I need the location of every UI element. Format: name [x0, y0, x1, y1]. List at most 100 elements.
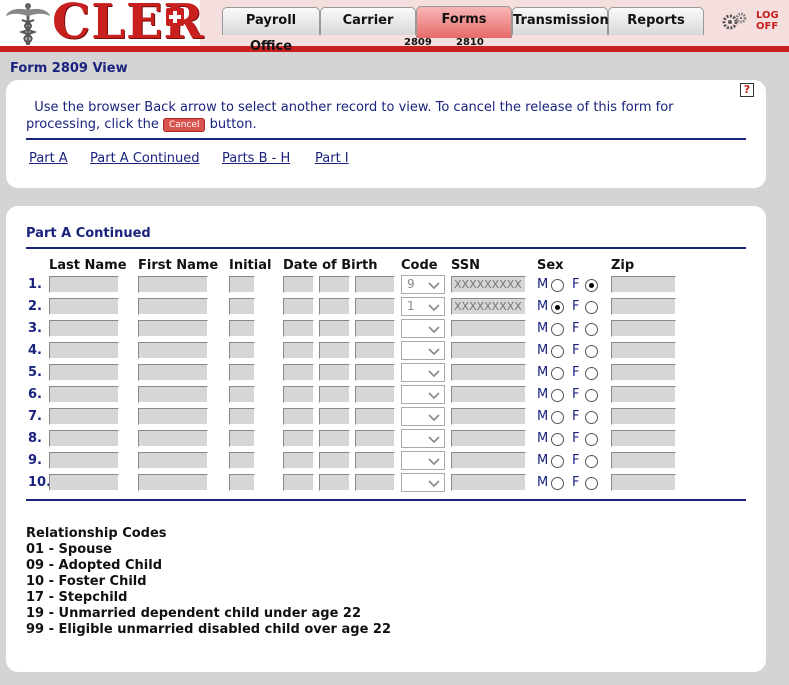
first-name-field[interactable] — [138, 474, 208, 491]
last-name-field[interactable] — [49, 386, 119, 403]
first-name-field[interactable] — [138, 408, 208, 425]
ssn-field[interactable] — [451, 474, 526, 491]
dob-day-field[interactable] — [319, 298, 350, 315]
dob-day-field[interactable] — [319, 474, 350, 491]
relationship-code-select[interactable] — [401, 363, 445, 382]
nav-link-part-a-continued[interactable]: Part A Continued — [90, 151, 200, 166]
sex-female-radio[interactable] — [585, 389, 598, 402]
initial-field[interactable] — [229, 386, 255, 403]
zip-field[interactable] — [611, 364, 676, 381]
relationship-code-select[interactable]: 1 — [401, 297, 445, 316]
first-name-field[interactable] — [138, 320, 208, 337]
tab-transmission[interactable]: Transmission — [512, 7, 609, 35]
tab-reports[interactable]: Reports — [608, 7, 704, 35]
zip-field[interactable] — [611, 298, 676, 315]
nav-link-part-a[interactable]: Part A — [29, 151, 68, 166]
relationship-code-select[interactable] — [401, 385, 445, 404]
dob-day-field[interactable] — [319, 452, 350, 469]
help-icon[interactable]: ? — [740, 83, 754, 97]
settings-gears-icon[interactable] — [720, 10, 748, 34]
initial-field[interactable] — [229, 452, 255, 469]
ssn-field[interactable] — [451, 430, 526, 447]
dob-month-field[interactable] — [283, 298, 314, 315]
initial-field[interactable] — [229, 320, 255, 337]
sex-male-radio[interactable] — [551, 323, 564, 336]
first-name-field[interactable] — [138, 298, 208, 315]
ssn-field[interactable] — [451, 320, 526, 337]
zip-field[interactable] — [611, 408, 676, 425]
last-name-field[interactable] — [49, 342, 119, 359]
tab-payroll-office[interactable]: Payroll Office — [222, 7, 320, 54]
dob-year-field[interactable] — [355, 342, 395, 359]
dob-day-field[interactable] — [319, 342, 350, 359]
sex-male-radio[interactable] — [551, 345, 564, 358]
initial-field[interactable] — [229, 298, 255, 315]
ssn-field[interactable] — [451, 452, 526, 469]
dob-year-field[interactable] — [355, 320, 395, 337]
relationship-code-select[interactable] — [401, 319, 445, 338]
zip-field[interactable] — [611, 386, 676, 403]
zip-field[interactable] — [611, 452, 676, 469]
dob-day-field[interactable] — [319, 364, 350, 381]
sex-female-radio[interactable] — [585, 411, 598, 424]
initial-field[interactable] — [229, 408, 255, 425]
dob-day-field[interactable] — [319, 320, 350, 337]
ssn-field[interactable] — [451, 342, 526, 359]
relationship-code-select[interactable] — [401, 473, 445, 492]
dob-month-field[interactable] — [283, 342, 314, 359]
first-name-field[interactable] — [138, 452, 208, 469]
dob-month-field[interactable] — [283, 320, 314, 337]
last-name-field[interactable] — [49, 430, 119, 447]
initial-field[interactable] — [229, 474, 255, 491]
dob-month-field[interactable] — [283, 364, 314, 381]
sex-female-radio[interactable] — [585, 367, 598, 380]
last-name-field[interactable] — [49, 364, 119, 381]
initial-field[interactable] — [229, 276, 255, 293]
last-name-field[interactable] — [49, 474, 119, 491]
first-name-field[interactable] — [138, 430, 208, 447]
dob-day-field[interactable] — [319, 276, 350, 293]
sex-male-radio[interactable] — [551, 279, 564, 292]
dob-year-field[interactable] — [355, 298, 395, 315]
sex-female-radio[interactable] — [585, 301, 598, 314]
dob-month-field[interactable] — [283, 386, 314, 403]
dob-year-field[interactable] — [355, 408, 395, 425]
nav-link-part-i[interactable]: Part I — [315, 151, 349, 166]
sex-female-radio[interactable] — [585, 345, 598, 358]
ssn-field[interactable] — [451, 364, 526, 381]
dob-year-field[interactable] — [355, 430, 395, 447]
sex-male-radio[interactable] — [551, 389, 564, 402]
subtab-2809[interactable]: 2809 — [404, 37, 432, 48]
zip-field[interactable] — [611, 320, 676, 337]
sex-male-radio[interactable] — [551, 433, 564, 446]
initial-field[interactable] — [229, 364, 255, 381]
dob-day-field[interactable] — [319, 386, 350, 403]
tab-forms[interactable]: Forms — [416, 6, 512, 38]
dob-month-field[interactable] — [283, 452, 314, 469]
relationship-code-select[interactable] — [401, 341, 445, 360]
dob-month-field[interactable] — [283, 430, 314, 447]
sex-male-radio[interactable] — [551, 301, 564, 314]
last-name-field[interactable] — [49, 298, 119, 315]
dob-month-field[interactable] — [283, 408, 314, 425]
relationship-code-select[interactable]: 9 — [401, 275, 445, 294]
ssn-field[interactable] — [451, 386, 526, 403]
dob-year-field[interactable] — [355, 474, 395, 491]
initial-field[interactable] — [229, 430, 255, 447]
zip-field[interactable] — [611, 276, 676, 293]
sex-female-radio[interactable] — [585, 433, 598, 446]
first-name-field[interactable] — [138, 276, 208, 293]
dob-year-field[interactable] — [355, 386, 395, 403]
first-name-field[interactable] — [138, 386, 208, 403]
initial-field[interactable] — [229, 342, 255, 359]
zip-field[interactable] — [611, 342, 676, 359]
last-name-field[interactable] — [49, 452, 119, 469]
sex-female-radio[interactable] — [585, 477, 598, 490]
sex-male-radio[interactable] — [551, 411, 564, 424]
sex-female-radio[interactable] — [585, 455, 598, 468]
cancel-button[interactable]: Cancel — [162, 118, 206, 132]
relationship-code-select[interactable] — [401, 407, 445, 426]
last-name-field[interactable] — [49, 276, 119, 293]
relationship-code-select[interactable] — [401, 451, 445, 470]
relationship-code-select[interactable] — [401, 429, 445, 448]
